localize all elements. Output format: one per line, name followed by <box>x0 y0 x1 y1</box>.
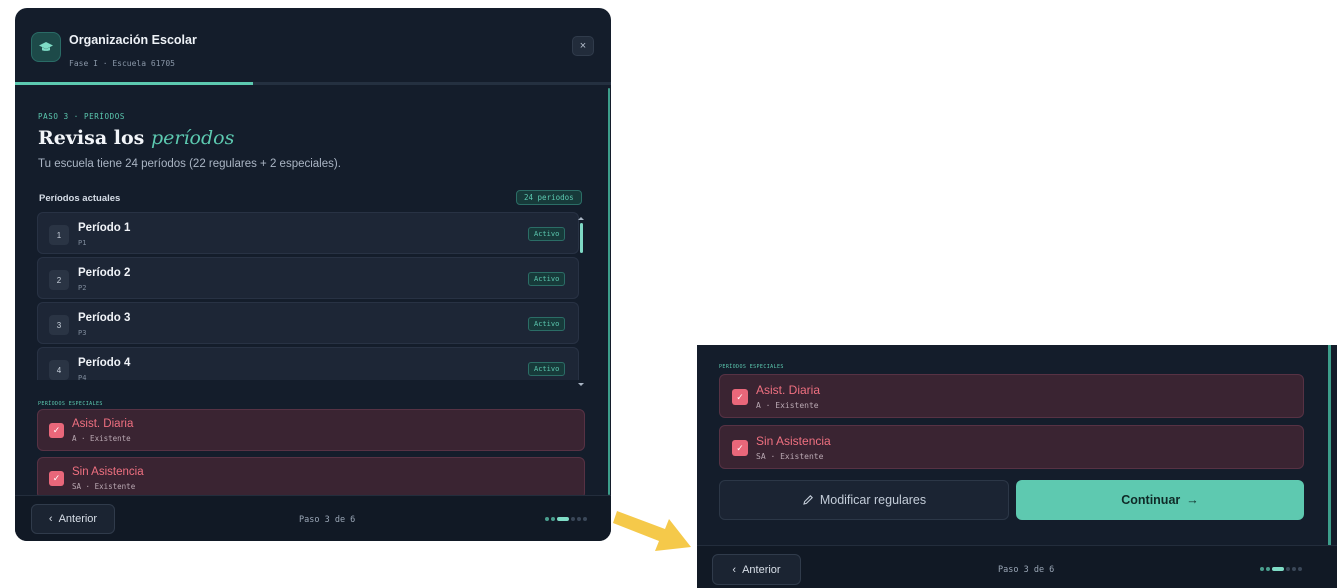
period-name: Período 2 <box>78 267 131 279</box>
setup-modal: Organización Escolar Fase I · Escuela 61… <box>15 8 611 541</box>
app-title: Organización Escolar <box>69 33 197 47</box>
content-scrollbar[interactable] <box>1328 345 1331 545</box>
special-period-code: SA · Existente <box>72 482 136 491</box>
modal-header: Organización Escolar Fase I · Escuela 61… <box>15 8 611 84</box>
step-dots <box>545 517 587 521</box>
previous-label: Anterior <box>58 513 98 525</box>
special-periods-label: PERÍODOS ESPECIALES <box>38 401 103 407</box>
period-code: P1 <box>78 239 87 247</box>
screenshot-stage: Organización Escolar Fase I · Escuela 61… <box>0 0 1337 588</box>
periods-count-badge: 24 periodos <box>516 190 582 205</box>
heading-accent: períodos <box>150 127 235 149</box>
wizard-progress-bar <box>15 82 611 85</box>
chevron-left-icon: ‹ <box>48 513 53 525</box>
step-dot <box>1292 567 1296 571</box>
step-dot-active <box>557 517 569 521</box>
status-badge: Activo <box>528 317 566 331</box>
step-dot <box>545 517 549 521</box>
close-button[interactable]: × <box>572 36 594 56</box>
step-counter: Paso 3 de 6 <box>299 515 356 525</box>
app-subtitle: Fase I · Escuela 61705 <box>69 59 175 68</box>
heading-main: Revisa los <box>38 127 151 149</box>
step-dot <box>583 517 587 521</box>
step-dot <box>1260 567 1264 571</box>
step-dot <box>577 517 581 521</box>
scrolled-modal-view: PERÍODOS ESPECIALES ✓ Asist. Diaria A · … <box>697 345 1337 588</box>
page-title: Revisa los períodos <box>38 127 234 149</box>
period-row[interactable]: 1 Período 1 P1 Activo <box>37 212 579 254</box>
special-period-name: Sin Asistencia <box>756 434 831 448</box>
period-row[interactable]: 3 Período 3 P3 Activo <box>37 302 579 344</box>
chevron-left-icon: ‹ <box>732 563 737 576</box>
special-periods-label: PERÍODOS ESPECIALES <box>719 364 784 370</box>
period-code: P4 <box>78 374 87 380</box>
status-badge: Activo <box>528 272 566 286</box>
pencil-icon <box>803 495 813 505</box>
special-period-row[interactable]: ✓ Asist. Diaria A · Existente <box>719 374 1304 418</box>
special-period-name: Sin Asistencia <box>72 466 144 478</box>
status-badge: Activo <box>528 227 566 241</box>
transition-arrow-icon <box>613 511 691 551</box>
content-scrollbar[interactable] <box>608 88 610 495</box>
special-period-code: A · Existente <box>72 434 131 443</box>
periods-list-scrollbar[interactable] <box>578 217 584 386</box>
period-name: Período 1 <box>78 222 131 234</box>
special-period-row[interactable]: ✓ Sin Asistencia SA · Existente <box>37 457 585 499</box>
graduation-cap-icon <box>31 32 61 62</box>
periods-list-title: Períodos actuales <box>39 193 121 204</box>
step-dot-active <box>1272 567 1284 571</box>
special-period-name: Asist. Diaria <box>756 383 821 397</box>
period-name: Período 3 <box>78 312 131 324</box>
step-dot <box>571 517 575 521</box>
modify-regulars-label: Modificar regulares <box>819 493 927 507</box>
special-period-name: Asist. Diaria <box>72 418 134 430</box>
periods-list[interactable]: 1 Período 1 P1 Activo 2 Período 2 P2 Act… <box>37 212 589 380</box>
step-dot <box>1286 567 1290 571</box>
period-number: 2 <box>49 270 69 290</box>
previous-button[interactable]: ‹ Anterior <box>712 554 801 585</box>
arrow-right-icon: → <box>1186 493 1199 507</box>
scroll-down-icon[interactable] <box>578 383 584 386</box>
special-period-row[interactable]: ✓ Asist. Diaria A · Existente <box>37 409 585 451</box>
period-row[interactable]: 2 Período 2 P2 Activo <box>37 257 579 299</box>
step-dot <box>1298 567 1302 571</box>
modal-footer: ‹ Anterior Paso 3 de 6 <box>697 545 1337 588</box>
continue-button[interactable]: Continuar → <box>1016 480 1304 520</box>
check-icon[interactable]: ✓ <box>49 471 64 486</box>
previous-label: Anterior <box>742 563 781 576</box>
step-description: Tu escuela tiene 24 períodos (22 regular… <box>38 158 341 170</box>
period-row[interactable]: 4 Período 4 P4 Activo <box>37 347 579 380</box>
special-period-code: SA · Existente <box>756 452 824 461</box>
special-period-row[interactable]: ✓ Sin Asistencia SA · Existente <box>719 425 1304 469</box>
step-label: PASO 3 · PERÍODOS <box>38 112 125 121</box>
period-number: 1 <box>49 225 69 245</box>
check-icon[interactable]: ✓ <box>732 389 748 405</box>
step-dots <box>1260 567 1302 571</box>
period-name: Período 4 <box>78 357 131 369</box>
period-number: 4 <box>49 360 69 380</box>
close-icon: × <box>579 40 587 52</box>
period-code: P3 <box>78 329 87 337</box>
check-icon[interactable]: ✓ <box>49 423 64 438</box>
modify-regulars-button[interactable]: Modificar regulares <box>719 480 1009 520</box>
progress-fill <box>15 82 254 85</box>
period-code: P2 <box>78 284 87 292</box>
scroll-up-icon[interactable] <box>578 217 584 220</box>
continue-label: Continuar <box>1121 493 1181 507</box>
modal-footer: ‹ Anterior Paso 3 de 6 <box>15 495 611 541</box>
status-badge: Activo <box>528 362 566 376</box>
step-counter: Paso 3 de 6 <box>998 565 1055 575</box>
check-icon[interactable]: ✓ <box>732 440 748 456</box>
step-dot <box>551 517 555 521</box>
scroll-thumb[interactable] <box>580 223 583 253</box>
special-period-code: A · Existente <box>756 401 819 410</box>
step-dot <box>1266 567 1270 571</box>
period-number: 3 <box>49 315 69 335</box>
previous-button[interactable]: ‹ Anterior <box>31 504 115 534</box>
